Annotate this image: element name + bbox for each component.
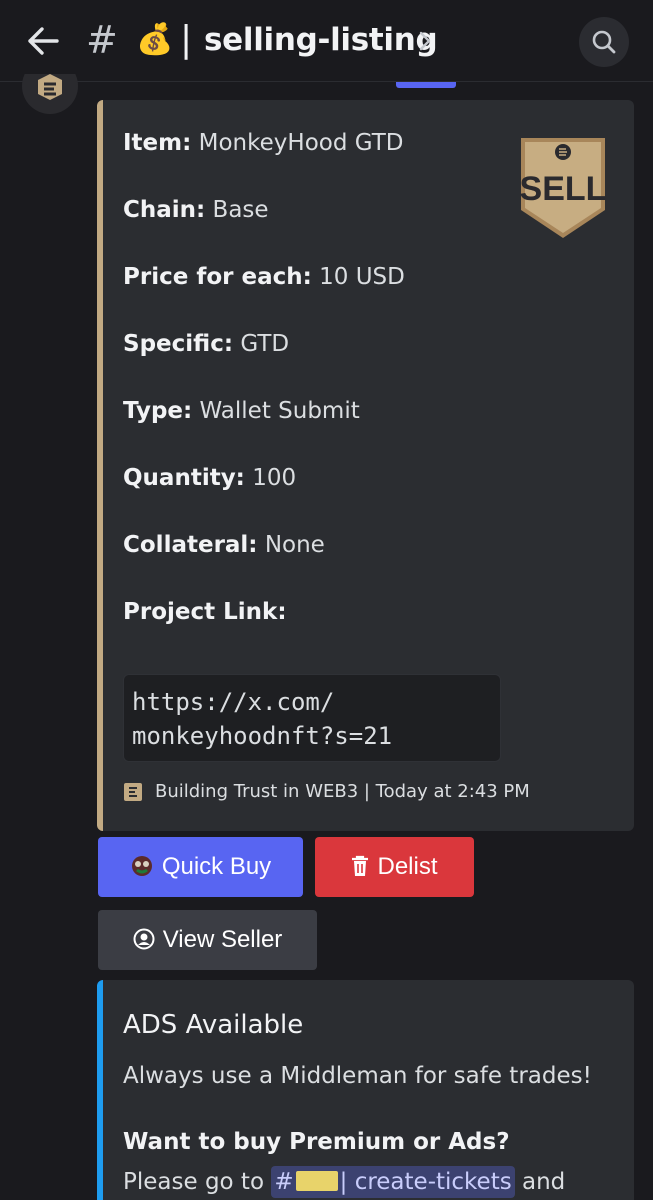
listing-embed: Item: MonkeyHood GTD Chain: Base Price f… (97, 100, 634, 831)
money-bag-icon: 💰 (136, 22, 174, 57)
channel-header: # 💰 | selling-listing (0, 0, 653, 82)
project-link-code[interactable]: https://x.com/ monkeyhoodnft?s=21 (123, 674, 501, 762)
hash-icon: # (86, 18, 118, 62)
user-circle-icon (133, 928, 155, 950)
field-type: Type: Wallet Submit (123, 398, 360, 424)
delist-button[interactable]: Delist (315, 837, 474, 897)
chevron-right-icon[interactable] (418, 30, 432, 52)
search-button[interactable] (579, 17, 629, 67)
ads-question: Want to buy Premium or Ads? (123, 1129, 510, 1155)
channel-title[interactable]: selling-listing (204, 20, 438, 60)
field-collateral: Collateral: None (123, 532, 325, 558)
field-item: Item: MonkeyHood GTD (123, 130, 404, 156)
avatar[interactable] (22, 74, 78, 114)
svg-text:SELL: SELL (520, 170, 607, 208)
monkey-emoji-icon (131, 855, 152, 876)
field-quantity: Quantity: 100 (123, 465, 297, 491)
embed-footer: Building Trust in WEB3 | Today at 2:43 P… (155, 781, 530, 802)
back-arrow-icon[interactable] (26, 26, 60, 56)
quick-buy-button[interactable]: Quick Buy (98, 837, 303, 897)
app-tag-badge (396, 82, 456, 88)
field-chain: Chain: Base (123, 197, 269, 223)
ticket-emoji-icon (295, 1170, 338, 1191)
trash-icon (352, 855, 369, 876)
embed-accent-bar (97, 100, 103, 831)
author-name-clipped (98, 82, 518, 90)
channel-separator: | (180, 19, 193, 60)
search-icon (592, 30, 616, 54)
ads-instruction: Please go to # | create-tickets and (123, 1166, 565, 1198)
field-price: Price for each: 10 USD (123, 264, 405, 290)
field-specific: Specific: GTD (123, 331, 290, 357)
link-line-2: monkeyhoodnft?s=21 (132, 722, 393, 750)
view-seller-button[interactable]: View Seller (98, 910, 317, 970)
field-project-link: Project Link: (123, 599, 287, 625)
ads-title: ADS Available (123, 1010, 304, 1040)
link-line-1: https://x.com/ (132, 688, 335, 716)
sell-badge-icon: SELL (520, 138, 607, 238)
marketplace-logo-icon (38, 74, 62, 100)
footer-logo-icon (124, 783, 142, 801)
ads-accent-bar (97, 980, 103, 1200)
channel-mention-create-tickets[interactable]: # | create-tickets (271, 1166, 515, 1198)
ads-description: Always use a Middleman for safe trades! (123, 1063, 592, 1089)
ads-embed: ADS Available Always use a Middleman for… (97, 980, 634, 1200)
